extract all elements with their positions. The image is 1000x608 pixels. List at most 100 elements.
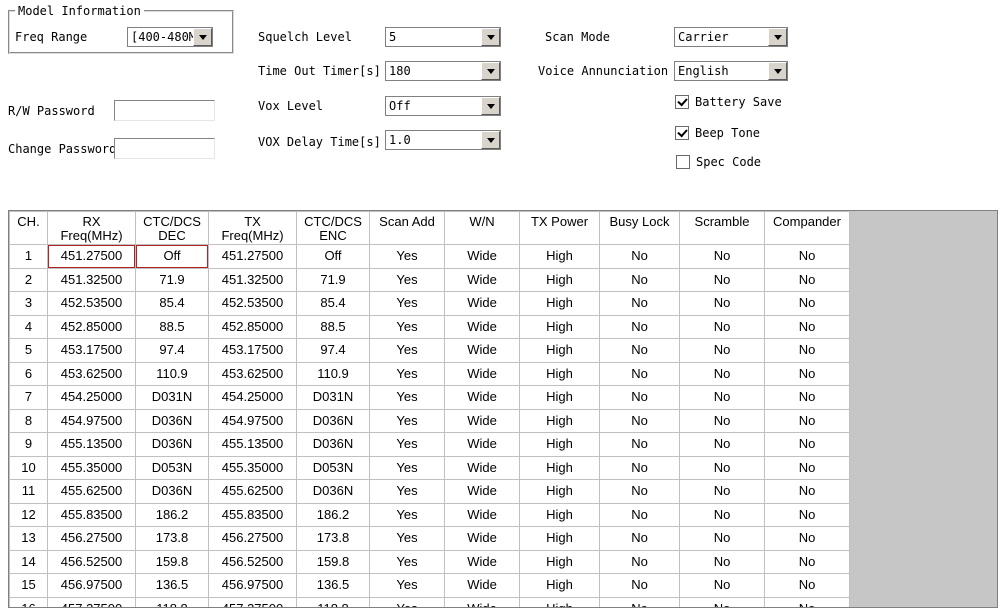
- row-header[interactable]: 6: [9, 361, 48, 386]
- grid-cell[interactable]: No: [764, 291, 850, 316]
- chevron-down-icon[interactable]: [481, 28, 500, 46]
- grid-cell[interactable]: 159.8: [296, 549, 370, 574]
- row-header[interactable]: 4: [9, 314, 48, 339]
- grid-cell[interactable]: No: [679, 432, 765, 457]
- grid-cell[interactable]: 173.8: [296, 526, 370, 551]
- grid-cell[interactable]: 453.17500: [208, 338, 297, 363]
- grid-cell[interactable]: No: [599, 338, 680, 363]
- row-header[interactable]: 3: [9, 291, 48, 316]
- grid-cell[interactable]: No: [599, 267, 680, 292]
- grid-cell[interactable]: D036N: [135, 408, 209, 433]
- grid-cell[interactable]: No: [599, 502, 680, 527]
- grid-cell[interactable]: No: [679, 338, 765, 363]
- column-header[interactable]: TX Power: [519, 211, 600, 245]
- grid-cell[interactable]: 159.8: [135, 549, 209, 574]
- grid-cell[interactable]: No: [679, 314, 765, 339]
- grid-cell[interactable]: High: [519, 291, 600, 316]
- vox-level-select[interactable]: Off: [385, 96, 501, 116]
- grid-cell[interactable]: Yes: [369, 549, 445, 574]
- grid-cell[interactable]: 452.53500: [47, 291, 136, 316]
- grid-cell[interactable]: 455.13500: [208, 432, 297, 457]
- grid-cell[interactable]: 97.4: [296, 338, 370, 363]
- grid-cell[interactable]: D053N: [296, 455, 370, 480]
- chevron-down-icon[interactable]: [481, 97, 500, 115]
- grid-cell[interactable]: Wide: [444, 361, 520, 386]
- grid-cell[interactable]: No: [599, 244, 680, 269]
- row-header[interactable]: 15: [9, 573, 48, 598]
- grid-cell[interactable]: Yes: [369, 291, 445, 316]
- grid-cell[interactable]: 452.85000: [208, 314, 297, 339]
- grid-cell[interactable]: No: [679, 455, 765, 480]
- grid-cell[interactable]: Wide: [444, 244, 520, 269]
- grid-cell[interactable]: No: [679, 244, 765, 269]
- grid-cell[interactable]: Yes: [369, 479, 445, 504]
- grid-cell[interactable]: Yes: [369, 526, 445, 551]
- column-header[interactable]: CTC/DCS DEC: [135, 211, 209, 245]
- grid-cell[interactable]: Yes: [369, 408, 445, 433]
- grid-cell[interactable]: 453.17500: [47, 338, 136, 363]
- grid-cell[interactable]: No: [764, 479, 850, 504]
- row-header[interactable]: 12: [9, 502, 48, 527]
- grid-cell[interactable]: 186.2: [135, 502, 209, 527]
- grid-cell[interactable]: Yes: [369, 573, 445, 598]
- grid-cell[interactable]: 456.27500: [208, 526, 297, 551]
- grid-cell[interactable]: 451.32500: [208, 267, 297, 292]
- grid-cell[interactable]: Wide: [444, 408, 520, 433]
- grid-cell[interactable]: High: [519, 338, 600, 363]
- grid-cell[interactable]: 454.25000: [208, 385, 297, 410]
- grid-cell[interactable]: High: [519, 432, 600, 457]
- row-header[interactable]: 9: [9, 432, 48, 457]
- voice-annunciation-select[interactable]: English: [674, 61, 788, 81]
- vox-delay-time-select[interactable]: 1.0: [385, 130, 501, 150]
- column-header[interactable]: W/N: [444, 211, 520, 245]
- change-password-input[interactable]: [114, 138, 215, 159]
- column-header[interactable]: RX Freq(MHz): [47, 211, 136, 245]
- grid-cell[interactable]: No: [599, 385, 680, 410]
- grid-cell[interactable]: 451.27500: [47, 244, 136, 269]
- grid-cell[interactable]: Yes: [369, 596, 445, 607]
- grid-cell[interactable]: No: [679, 526, 765, 551]
- grid-cell[interactable]: No: [679, 291, 765, 316]
- grid-cell[interactable]: 455.83500: [208, 502, 297, 527]
- grid-cell[interactable]: No: [599, 479, 680, 504]
- grid-cell[interactable]: No: [764, 526, 850, 551]
- grid-cell[interactable]: High: [519, 244, 600, 269]
- grid-cell[interactable]: Off: [135, 244, 209, 269]
- chevron-down-icon[interactable]: [768, 62, 787, 80]
- grid-cell[interactable]: High: [519, 549, 600, 574]
- grid-cell[interactable]: High: [519, 596, 600, 607]
- grid-cell[interactable]: No: [764, 432, 850, 457]
- grid-cell[interactable]: D036N: [135, 432, 209, 457]
- grid-cell[interactable]: No: [764, 361, 850, 386]
- grid-cell[interactable]: Yes: [369, 502, 445, 527]
- grid-cell[interactable]: 88.5: [296, 314, 370, 339]
- grid-cell[interactable]: No: [679, 596, 765, 607]
- grid-cell[interactable]: High: [519, 455, 600, 480]
- grid-cell[interactable]: D036N: [296, 408, 370, 433]
- row-header[interactable]: 13: [9, 526, 48, 551]
- grid-cell[interactable]: 173.8: [135, 526, 209, 551]
- grid-cell[interactable]: No: [599, 432, 680, 457]
- column-header[interactable]: TX Freq(MHz): [208, 211, 297, 245]
- grid-cell[interactable]: No: [764, 596, 850, 607]
- scan-mode-select[interactable]: Carrier: [674, 27, 788, 47]
- grid-cell[interactable]: No: [599, 549, 680, 574]
- chevron-down-icon[interactable]: [768, 28, 787, 46]
- grid-cell[interactable]: Wide: [444, 267, 520, 292]
- grid-cell[interactable]: Yes: [369, 244, 445, 269]
- grid-cell[interactable]: High: [519, 573, 600, 598]
- grid-cell[interactable]: 110.9: [296, 361, 370, 386]
- grid-cell[interactable]: No: [679, 502, 765, 527]
- grid-cell[interactable]: 456.52500: [47, 549, 136, 574]
- grid-cell[interactable]: 85.4: [296, 291, 370, 316]
- grid-cell[interactable]: 186.2: [296, 502, 370, 527]
- grid-cell[interactable]: D036N: [296, 432, 370, 457]
- row-header[interactable]: 16: [9, 596, 48, 607]
- grid-cell[interactable]: No: [764, 338, 850, 363]
- grid-cell[interactable]: Wide: [444, 314, 520, 339]
- grid-cell[interactable]: 457.37500: [208, 596, 297, 607]
- grid-cell[interactable]: 454.97500: [208, 408, 297, 433]
- chevron-down-icon[interactable]: [481, 62, 500, 80]
- grid-cell[interactable]: D053N: [135, 455, 209, 480]
- grid-cell[interactable]: 136.5: [135, 573, 209, 598]
